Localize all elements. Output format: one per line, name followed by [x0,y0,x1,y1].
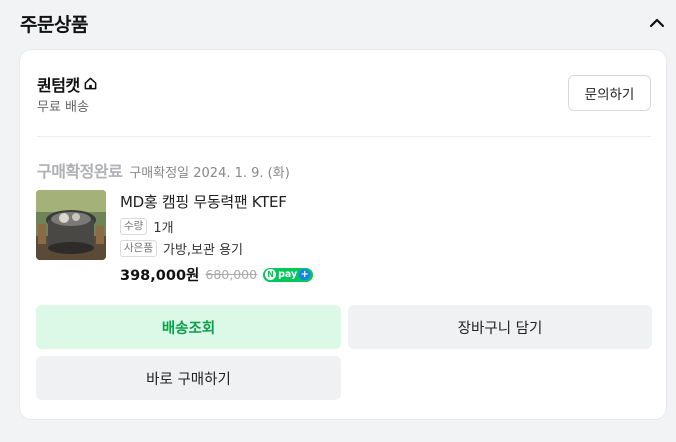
shipping-info: 무료 배송 [37,100,89,115]
section-header: 주문상품 [20,10,668,38]
order-status-row: 구매확정완료 구매확정일 2024. 1. 9. (화) [37,158,290,182]
option-tag: 사은품 [120,240,157,257]
add-to-cart-button[interactable]: 장바구니 담기 [348,305,652,349]
seller-name-label: 퀀텀캣 [37,76,80,95]
order-status-date: 구매확정일 2024. 1. 9. (화) [129,166,290,181]
option-value: 1개 [153,221,174,236]
track-delivery-button[interactable]: 배송조회 [36,305,341,349]
npay-icon: N pay + [263,267,314,282]
option-gift: 사은품 가방,보관 용기 [120,239,243,258]
product-name[interactable]: MD홍 캠핑 무동력팬 KTEF [120,191,287,212]
buy-now-button[interactable]: 바로 구매하기 [36,356,341,400]
product-image [36,190,106,260]
collapse-button[interactable] [646,12,668,34]
price-row: 398,000원 680,000 N pay + [120,264,314,285]
chevron-up-icon [649,18,665,28]
order-card: 퀀텀캣 무료 배송 문의하기 구매확정완료 구매확정일 2024. 1. 9. … [19,49,667,420]
option-tag: 수량 [120,218,148,235]
product-price: 398,000원 [120,268,200,284]
option-quantity: 수량 1개 [120,217,174,236]
inquiry-button[interactable]: 문의하기 [568,75,651,111]
seller-name[interactable]: 퀀텀캣 [37,72,99,96]
product-thumbnail[interactable] [36,190,106,260]
npay-label: pay [278,269,298,280]
divider [37,136,651,137]
original-price: 680,000 [205,267,258,282]
order-status: 구매확정완료 [37,162,123,181]
home-icon [83,76,99,92]
section-title: 주문상품 [20,14,88,36]
option-value: 가방,보관 용기 [162,243,244,258]
